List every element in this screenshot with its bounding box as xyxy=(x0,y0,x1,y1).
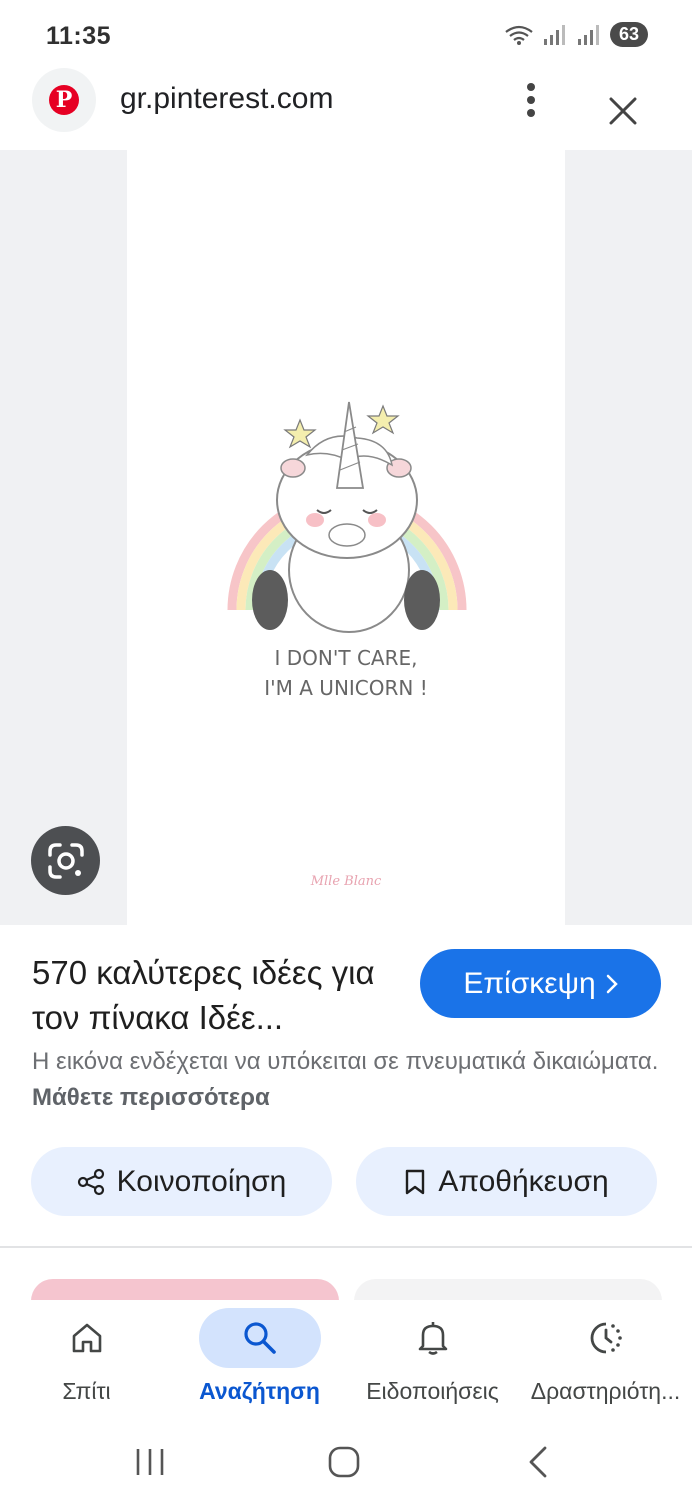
nav-activity-label: Δραστηριότη... xyxy=(530,1378,681,1404)
learn-more-link[interactable]: Μάθετε περισσότερα xyxy=(32,1084,270,1111)
search-icon xyxy=(243,1322,276,1354)
activity-icon xyxy=(590,1322,622,1354)
url-bar: P gr.pinterest.com xyxy=(0,66,692,150)
url-text[interactable]: gr.pinterest.com xyxy=(120,82,333,116)
status-icons: 63 xyxy=(504,22,648,47)
share-icon xyxy=(77,1168,104,1195)
nav-notifications-label: Ειδοποιήσεις xyxy=(366,1378,499,1404)
close-button[interactable] xyxy=(600,88,646,134)
nav-notifications[interactable]: Ειδοποιήσεις xyxy=(346,1300,519,1420)
result-title: 570 καλύτερες ιδέες για τον πίνακα Ιδέε.… xyxy=(32,954,375,1036)
home-system-button[interactable] xyxy=(314,1432,374,1492)
google-lens-button[interactable] xyxy=(31,826,100,895)
nav-home-label: Σπίτι xyxy=(62,1378,111,1404)
home-icon xyxy=(72,1323,101,1353)
share-label: Κοινοποίηση xyxy=(116,1164,287,1198)
status-time: 11:35 xyxy=(46,22,112,50)
visit-button[interactable]: Επίσκεψη xyxy=(420,949,661,1018)
recent-apps-button[interactable] xyxy=(120,1432,180,1492)
signature: Mlle Blanc xyxy=(310,874,382,889)
back-icon xyxy=(529,1446,547,1478)
home-system-icon xyxy=(328,1446,360,1478)
back-system-button[interactable] xyxy=(508,1432,568,1492)
nav-home[interactable]: Σπίτι xyxy=(0,1300,173,1420)
more-options-button[interactable] xyxy=(516,80,546,120)
more-vert-icon xyxy=(527,83,535,117)
bell-icon xyxy=(418,1322,447,1355)
divider xyxy=(0,1246,692,1248)
save-button[interactable]: Αποθήκευση xyxy=(356,1147,657,1216)
caption-line-1: I DON'T CARE, xyxy=(275,646,418,670)
share-button[interactable]: Κοινοποίηση xyxy=(31,1147,332,1216)
caption-line-2: I'M A UNICORN ! xyxy=(264,676,428,700)
nav-activity[interactable]: Δραστηριότη... xyxy=(519,1300,692,1420)
wifi-icon xyxy=(505,25,533,45)
nav-search-label: Αναζήτηση xyxy=(199,1378,320,1404)
copyright-text: Η εικόνα ενδέχεται να υπόκειται σε πνευμ… xyxy=(32,1048,659,1075)
pinterest-logo-icon: P xyxy=(49,85,79,115)
image-viewer: I DON'T CARE, I'M A UNICORN ! Mlle Blanc xyxy=(0,150,692,925)
status-bar: 11:35 63 xyxy=(0,0,692,72)
site-avatar[interactable]: P xyxy=(32,68,96,132)
chevron-right-icon xyxy=(606,974,618,993)
bookmark-icon xyxy=(406,1169,425,1194)
recent-apps-icon xyxy=(136,1449,164,1475)
signal-icon xyxy=(543,24,565,45)
battery-indicator: 63 xyxy=(609,22,648,47)
unicorn-illustration: I DON'T CARE, I'M A UNICORN ! Mlle Blanc xyxy=(227,401,467,889)
unicorn-image[interactable]: I DON'T CARE, I'M A UNICORN ! Mlle Blanc xyxy=(127,150,565,925)
visit-label: Επίσκεψη xyxy=(463,966,596,1000)
system-navigation-bar xyxy=(0,1420,692,1500)
nav-search[interactable]: Αναζήτηση xyxy=(173,1300,346,1420)
bottom-navigation: Σπίτι Αναζήτηση Ειδοποιήσεις Δραστηριότη… xyxy=(0,1300,692,1420)
save-label: Αποθήκευση xyxy=(438,1164,609,1198)
close-icon xyxy=(609,97,637,125)
copyright-notice: Η εικόνα ενδέχεται να υπόκειται σε πνευμ… xyxy=(32,1044,672,1116)
lens-icon xyxy=(47,842,84,879)
signal-icon-2 xyxy=(577,24,599,45)
